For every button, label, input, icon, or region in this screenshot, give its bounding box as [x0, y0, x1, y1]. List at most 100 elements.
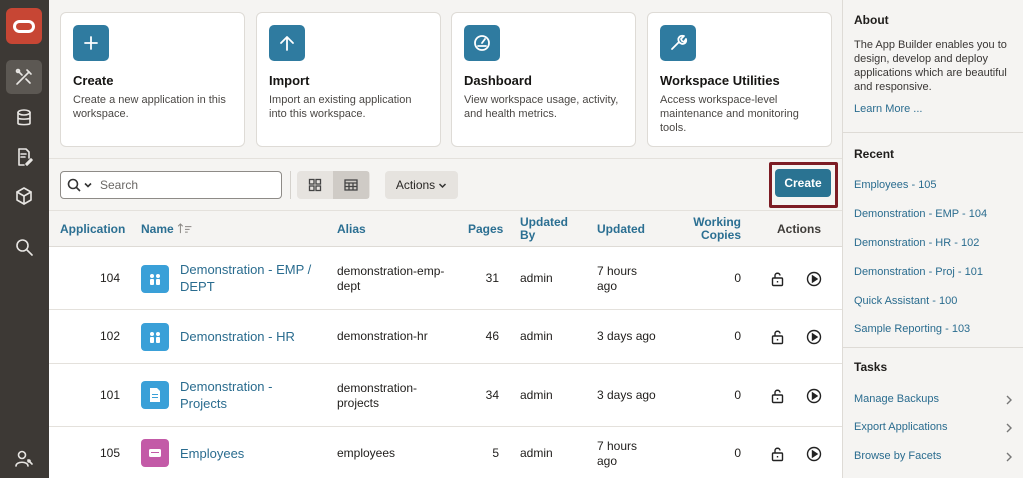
recent-heading: Recent	[854, 147, 895, 161]
application-alias: demonstration-hr	[337, 329, 428, 343]
edit-lock-button[interactable]	[770, 271, 786, 287]
column-header-working-copies[interactable]: Working Copies	[689, 216, 741, 242]
column-header-updated-by[interactable]: Updated By	[520, 216, 570, 242]
actions-label: Actions	[395, 178, 436, 192]
wrench-icon	[660, 25, 696, 61]
right-side-panel: About The App Builder enables you to des…	[842, 0, 1023, 478]
speedometer-icon	[464, 25, 500, 61]
column-header-updated[interactable]: Updated	[597, 223, 645, 236]
view-toggle	[297, 171, 370, 199]
table-icon	[344, 179, 358, 191]
working-copies-count: 0	[734, 388, 741, 402]
table-row[interactable]: 104 Demonstration - EMP / DEPT demonstra…	[49, 247, 842, 310]
search-nav-button[interactable]	[6, 230, 42, 264]
application-name-link[interactable]: Demonstration - Projects	[180, 378, 320, 412]
app-icon	[141, 323, 169, 351]
play-circle-icon	[806, 271, 822, 287]
card-description: Import an existing application into this…	[269, 94, 412, 120]
toolbar-divider	[290, 171, 291, 199]
task-link-browse-by-facets[interactable]: Browse by Facets	[854, 450, 941, 462]
updated-by: admin	[520, 329, 553, 343]
search-box[interactable]	[60, 171, 282, 199]
page-count: 46	[485, 329, 499, 343]
app-icon	[141, 265, 169, 293]
table-row[interactable]: 101 Demonstration - Projects demonstrati…	[49, 364, 842, 427]
workspace-utilities-card[interactable]: Workspace Utilities Access workspace-lev…	[647, 12, 832, 147]
task-link-export-applications[interactable]: Export Applications	[854, 421, 948, 433]
recent-item-link[interactable]: Demonstration - EMP - 104	[854, 208, 987, 220]
run-application-button[interactable]	[806, 329, 822, 345]
user-settings-nav-button[interactable]	[6, 442, 42, 476]
table-row[interactable]: 105 Employees employees 5 admin 7 hours …	[49, 427, 842, 478]
people-icon	[150, 332, 160, 343]
edit-lock-button[interactable]	[770, 446, 786, 462]
package-icon	[16, 187, 32, 205]
column-header-alias[interactable]: Alias	[337, 223, 366, 236]
application-id: 105	[99, 446, 120, 460]
gallery-nav-button[interactable]	[6, 179, 42, 213]
people-icon	[150, 274, 160, 285]
chevron-right-icon	[1005, 422, 1013, 433]
actions-menu-button[interactable]: Actions	[385, 171, 458, 199]
application-alias: demonstration-emp-dept	[337, 264, 445, 293]
unlock-icon	[771, 447, 784, 462]
run-application-button[interactable]	[806, 271, 822, 287]
report-toolbar: Actions Create	[49, 158, 842, 210]
column-header-application[interactable]: Application	[60, 223, 125, 236]
column-header-actions: Actions	[777, 222, 822, 236]
dashboard-card[interactable]: Dashboard View workspace usage, activity…	[451, 12, 636, 147]
run-application-button[interactable]	[806, 388, 822, 404]
column-header-name[interactable]: Name	[141, 223, 193, 236]
updated-by: admin	[520, 271, 553, 285]
icon-view-button[interactable]	[297, 171, 333, 199]
id-card-icon	[149, 449, 161, 457]
task-link-manage-backups[interactable]: Manage Backups	[854, 393, 939, 405]
sort-ascending-icon	[177, 223, 192, 234]
recent-item-link[interactable]: Quick Assistant - 100	[854, 295, 957, 307]
working-copies-count: 0	[734, 271, 741, 285]
create-card[interactable]: Create Create a new application in this …	[60, 12, 245, 147]
app-builder-icon	[15, 68, 32, 85]
run-application-button[interactable]	[806, 446, 822, 462]
plus-icon	[73, 25, 109, 61]
updated-time: 7 hours ago	[597, 439, 638, 468]
card-description: Create a new application in this workspa…	[73, 94, 226, 120]
page-count: 5	[492, 446, 499, 460]
play-circle-icon	[806, 329, 822, 345]
application-name-link[interactable]: Demonstration - EMP / DEPT	[180, 261, 320, 295]
updated-time: 3 days ago	[597, 329, 656, 343]
upload-arrow-icon	[269, 25, 305, 61]
about-text: The App Builder enables you to design, d…	[854, 39, 1007, 93]
search-input[interactable]	[100, 178, 270, 192]
tasks-heading: Tasks	[854, 360, 888, 374]
column-header-pages[interactable]: Pages	[468, 223, 503, 236]
app-icon	[141, 381, 169, 409]
recent-item-link[interactable]: Demonstration - HR - 102	[854, 237, 979, 249]
page-count: 34	[485, 388, 499, 402]
unlock-icon	[771, 272, 784, 287]
app-icon	[141, 439, 169, 467]
application-id: 102	[99, 329, 120, 343]
recent-item-link[interactable]: Employees - 105	[854, 179, 937, 191]
sql-workshop-nav-button[interactable]	[6, 101, 42, 135]
import-card[interactable]: Import Import an existing application in…	[256, 12, 441, 147]
application-name-link[interactable]: Employees	[180, 445, 320, 462]
oracle-logo[interactable]	[6, 8, 42, 44]
recent-item-link[interactable]: Sample Reporting - 103	[854, 323, 970, 335]
recent-item-link[interactable]: Demonstration - Proj - 101	[854, 266, 983, 278]
application-name-link[interactable]: Demonstration - HR	[180, 328, 320, 345]
application-alias: demonstration-projects	[337, 381, 418, 410]
updated-time: 3 days ago	[597, 388, 656, 402]
create-button[interactable]: Create	[775, 169, 831, 197]
play-circle-icon	[806, 446, 822, 462]
search-icon	[16, 239, 33, 256]
edit-lock-button[interactable]	[770, 388, 786, 404]
search-icon	[67, 178, 81, 192]
app-builder-nav-button[interactable]	[6, 60, 42, 94]
chevron-down-icon[interactable]	[84, 181, 92, 189]
report-view-button[interactable]	[333, 171, 369, 199]
team-development-nav-button[interactable]	[6, 140, 42, 174]
table-row[interactable]: 102 Demonstration - HR demonstration-hr …	[49, 310, 842, 364]
edit-lock-button[interactable]	[770, 329, 786, 345]
learn-more-link[interactable]: Learn More ...	[854, 103, 922, 115]
